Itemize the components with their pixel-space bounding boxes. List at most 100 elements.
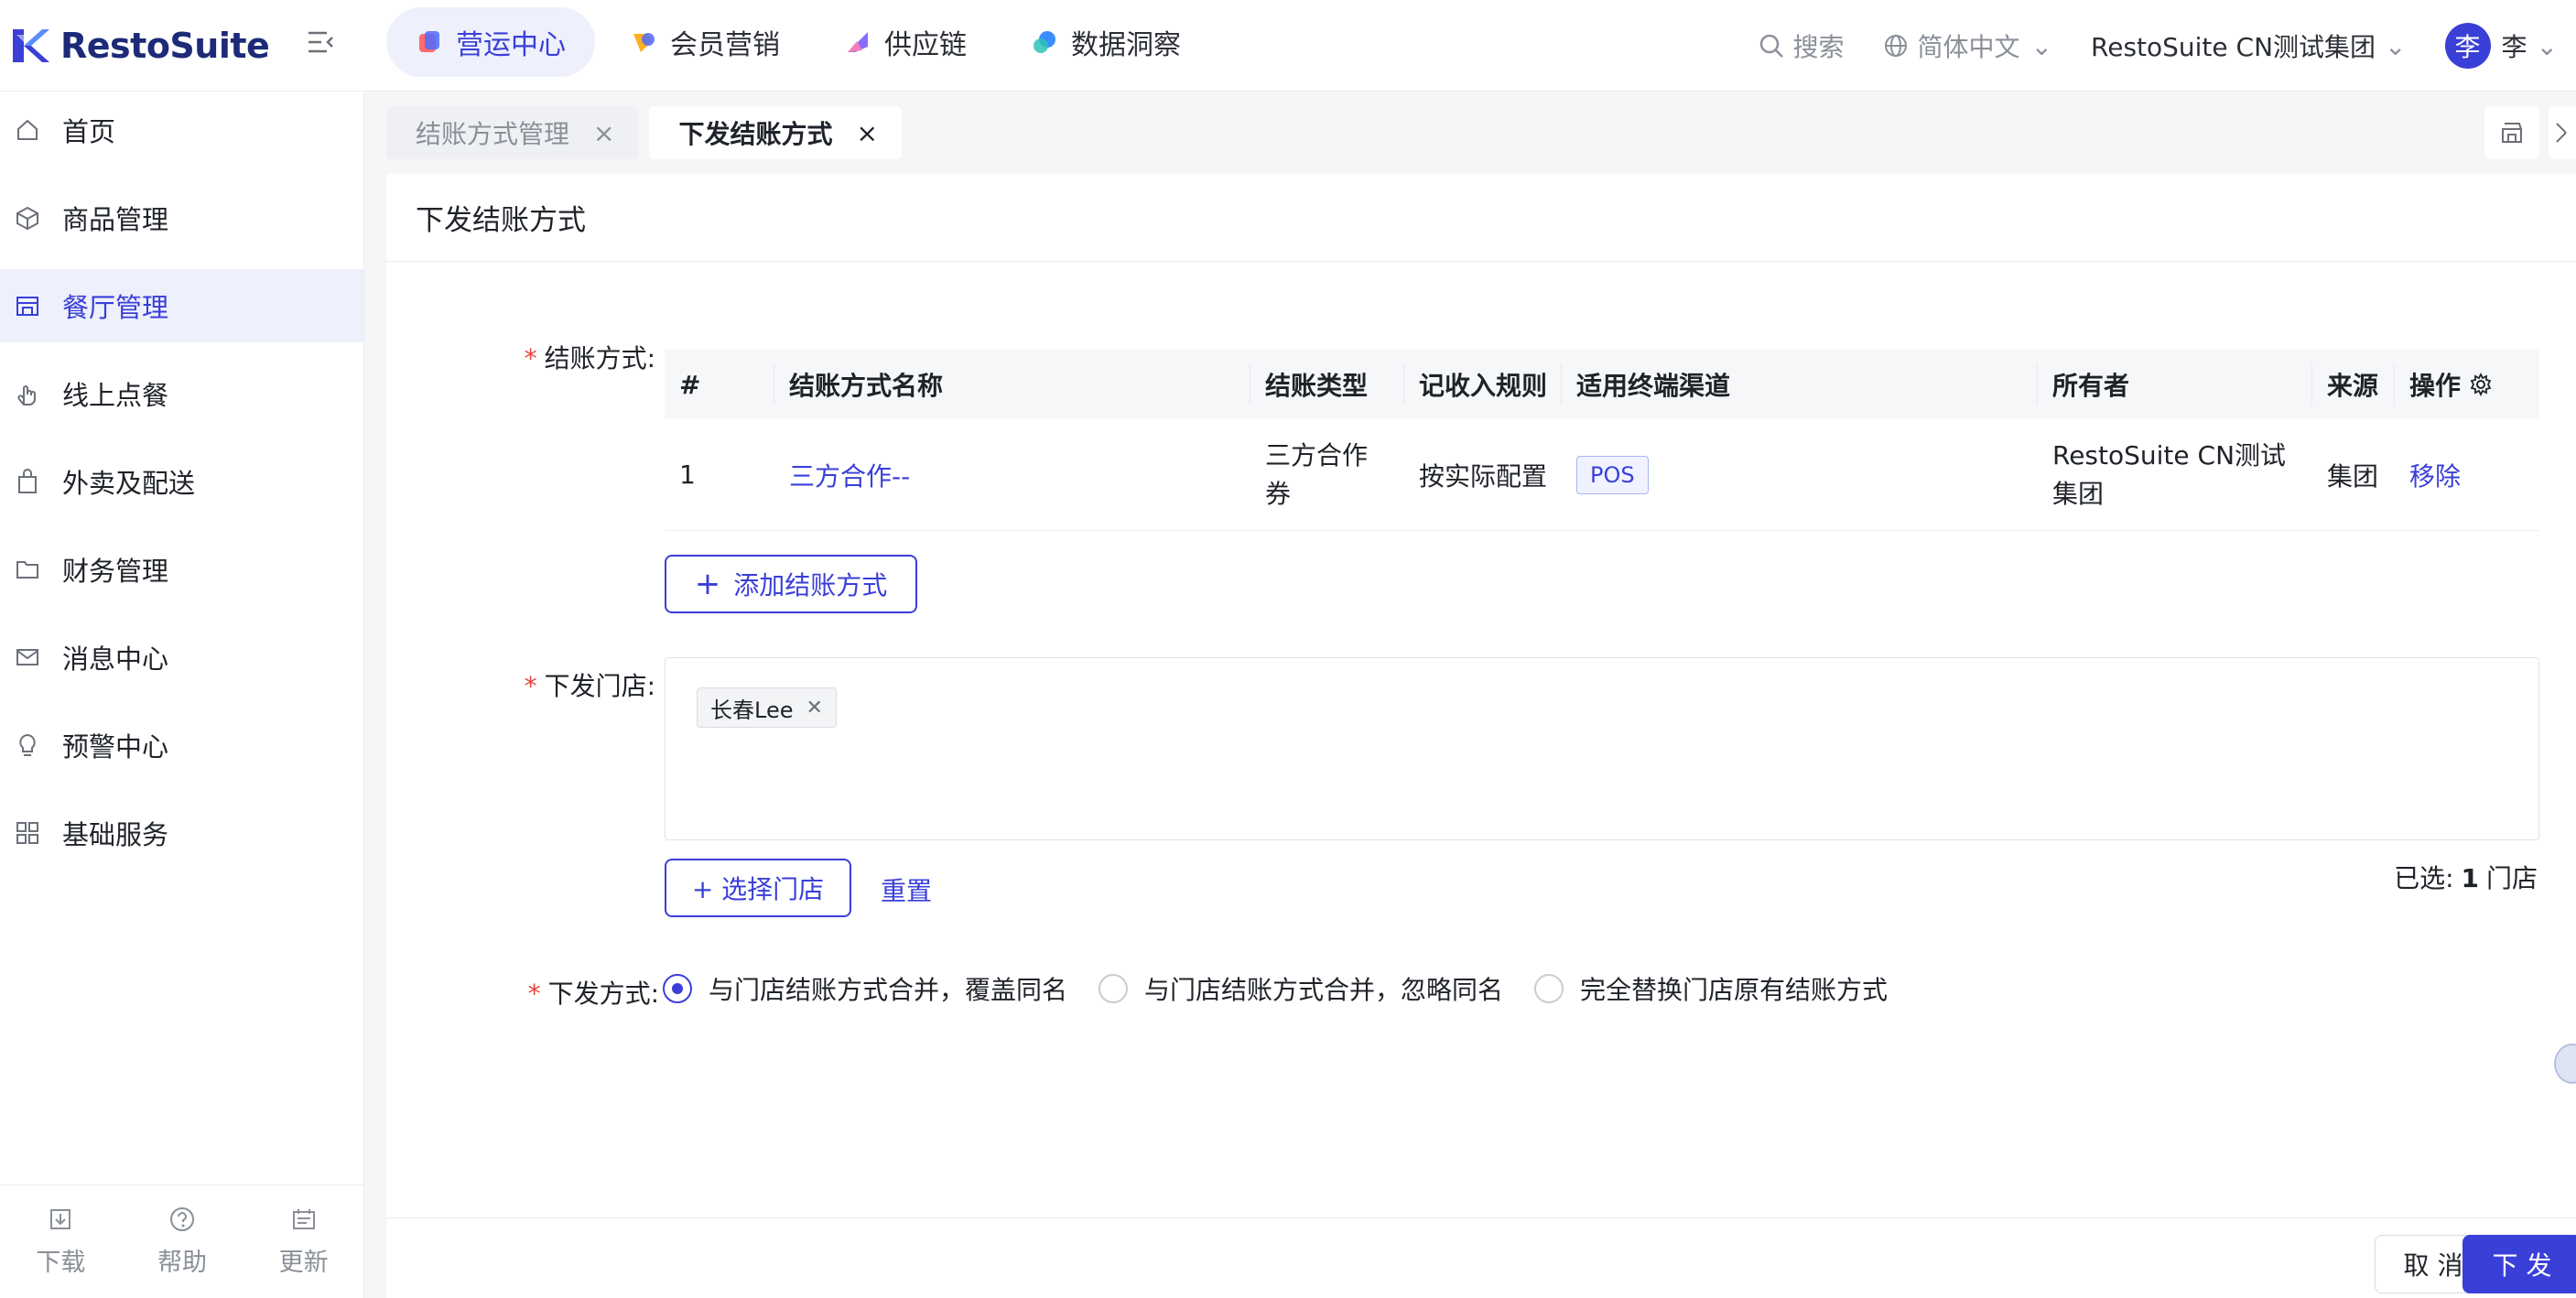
top-nav-insight[interactable]: 数据洞察 — [1001, 7, 1210, 77]
bag-icon — [18, 469, 37, 493]
plus-icon: + — [694, 566, 721, 602]
sidebar-item-online-order[interactable]: 线上点餐 — [0, 357, 363, 430]
page-title: 下发结账方式 — [386, 174, 2576, 262]
tab-payment-management[interactable]: 结账方式管理 × — [386, 106, 639, 159]
bulb-icon — [19, 733, 36, 756]
selected-count-number: 1 — [2461, 863, 2479, 893]
sidebar-item-label: 线上点餐 — [62, 380, 169, 411]
download-button[interactable]: 下载 — [36, 1206, 85, 1278]
close-icon[interactable]: ✕ — [806, 697, 822, 719]
mode-option-merge-overwrite[interactable]: 与门店结账方式合并，覆盖同名 — [663, 970, 1067, 1007]
select-store-button[interactable]: + 选择门店 — [665, 859, 851, 917]
main-card: 下发结账方式 * 结账方式: # 结账方式名称 结账类型 记收入规则 适用终端渠道… — [386, 174, 2576, 1298]
close-icon[interactable]: × — [593, 118, 614, 148]
remove-link-cell: 移除 — [2395, 419, 2539, 530]
sidebar-footer: 下载 帮助 更新 — [0, 1184, 364, 1298]
brand-logo[interactable]: RestoSuite — [11, 16, 270, 75]
org-selector[interactable]: RestoSuite CN测试集团 ⌄ — [2091, 27, 2407, 64]
download-icon — [50, 1209, 71, 1229]
search-label: 搜索 — [1792, 32, 1845, 62]
selected-stores-count: 已选: 1 门店 — [2394, 859, 2538, 895]
income-rule: 按实际配置 — [1419, 460, 1548, 492]
payment-name[interactable]: 三方合作-- — [789, 457, 910, 493]
tab-tools — [2475, 106, 2576, 159]
shop-view-button[interactable] — [2484, 106, 2539, 159]
col-header-action: 操作 — [2395, 364, 2539, 405]
sidebar-item-basic-services[interactable]: 基础服务 — [0, 796, 363, 870]
required-mark: * — [524, 343, 537, 373]
selected-stores-box[interactable]: 长春Lee ✕ — [665, 657, 2539, 840]
chevron-down-icon: ⌄ — [2536, 30, 2558, 61]
sidebar-item-messages[interactable]: 消息中心 — [0, 621, 363, 694]
remove-link[interactable]: 移除 — [2409, 457, 2461, 493]
col-header-index: # — [665, 364, 774, 405]
col-header-channel: 适用终端渠道 — [1562, 364, 2038, 405]
update-label: 更新 — [278, 1249, 329, 1277]
update-button[interactable]: 更新 — [279, 1206, 329, 1278]
search-icon — [1759, 34, 1783, 58]
tab-distribute-payment[interactable]: 下发结账方式 × — [649, 106, 902, 159]
global-search[interactable]: 搜索 — [1759, 27, 1845, 64]
top-nav-supply[interactable]: 供应链 — [815, 7, 996, 77]
selected-prefix: 已选: — [2394, 863, 2454, 893]
close-icon[interactable]: × — [857, 118, 878, 148]
sidebar-item-restaurant[interactable]: 餐厅管理 — [0, 269, 363, 342]
sidebar-item-delivery[interactable]: 外卖及配送 — [0, 445, 363, 518]
mode-label-text: 下发方式: — [547, 979, 659, 1009]
payment-name-link[interactable]: 三方合作-- — [774, 419, 1250, 530]
insight-icon — [1034, 31, 1055, 53]
form-footer: 取 消 下 发 — [386, 1217, 2576, 1298]
payment-methods-label-text: 结账方式: — [544, 343, 655, 373]
mode-radio-group: 与门店结账方式合并，覆盖同名 与门店结账方式合并，忽略同名 完全替换门店原有结账… — [663, 970, 1919, 1007]
sidebar-item-home[interactable]: 首页 — [0, 93, 363, 167]
distribute-button[interactable]: 下 发 — [2462, 1235, 2576, 1293]
sidebar-item-label: 商品管理 — [62, 204, 169, 235]
help-icon — [169, 1207, 194, 1231]
supply-icon — [848, 32, 868, 52]
avatar: 李 — [2444, 23, 2491, 69]
col-header-owner: 所有者 — [2038, 364, 2312, 405]
mode-label: * 下发方式: — [485, 974, 659, 1011]
store-chip: 长春Lee ✕ — [697, 687, 837, 728]
stores-label: * 下发门店: — [485, 666, 655, 703]
chevron-down-icon: ⌄ — [2030, 30, 2053, 61]
top-nav-ops[interactable]: 营运中心 — [386, 7, 595, 77]
assistant-bubble-icon[interactable] — [2554, 1044, 2576, 1084]
restosuite-logo-icon — [13, 29, 49, 62]
row-index: 1 — [679, 460, 696, 490]
user-menu[interactable]: 李 李 ⌄ — [2444, 23, 2558, 69]
sidebar-item-label: 外卖及配送 — [62, 468, 196, 499]
add-payment-method-button[interactable]: + 添加结账方式 — [665, 555, 917, 613]
settings-gear-icon[interactable] — [2468, 372, 2494, 397]
radio-checked[interactable] — [663, 974, 692, 1003]
sidebar-item-alerts[interactable]: 预警中心 — [0, 708, 363, 782]
reset-link[interactable]: 重置 — [881, 871, 932, 908]
top-nav-supply-label: 供应链 — [884, 29, 967, 61]
top-nav-member[interactable]: 会员营销 — [601, 7, 809, 77]
page-tabs: 结账方式管理 × 下发结账方式 × — [386, 106, 913, 159]
table-header: # 结账方式名称 结账类型 记收入规则 适用终端渠道 所有者 来源 操作 — [665, 350, 2539, 419]
mode-option-replace[interactable]: 完全替换门店原有结账方式 — [1534, 970, 1888, 1007]
channel-tag: POS — [1576, 455, 1649, 494]
select-store-label: + 选择门店 — [691, 874, 825, 904]
top-bar: RestoSuite 营运中心 会员营销 供应链 数据洞察 搜索 简体中文 ⌄ … — [0, 0, 2576, 92]
radio-unchecked[interactable] — [1099, 974, 1129, 1003]
add-payment-method-label: 添加结账方式 — [733, 570, 888, 600]
top-nav: 营运中心 会员营销 供应链 数据洞察 — [386, 7, 1216, 77]
radio-unchecked[interactable] — [1534, 974, 1564, 1003]
user-name: 李 — [2501, 32, 2527, 62]
sidebar-item-products[interactable]: 商品管理 — [0, 181, 363, 254]
col-header-source: 来源 — [2312, 364, 2395, 405]
required-mark: * — [524, 671, 537, 701]
mode-option-label: 与门店结账方式合并，忽略同名 — [1144, 975, 1504, 1005]
fullscreen-button[interactable] — [2549, 106, 2576, 159]
help-label: 帮助 — [157, 1249, 207, 1277]
org-label: RestoSuite CN测试集团 — [2091, 32, 2376, 62]
store-chip-label: 长春Lee — [710, 697, 794, 723]
mode-option-merge-ignore[interactable]: 与门店结账方式合并，忽略同名 — [1099, 970, 1503, 1007]
help-button[interactable]: 帮助 — [157, 1206, 207, 1278]
language-selector[interactable]: 简体中文 ⌄ — [1883, 27, 2052, 64]
sidebar-collapse-button[interactable] — [302, 24, 339, 60]
chevron-down-icon: ⌄ — [2385, 30, 2407, 61]
sidebar-item-finance[interactable]: 财务管理 — [0, 533, 363, 606]
